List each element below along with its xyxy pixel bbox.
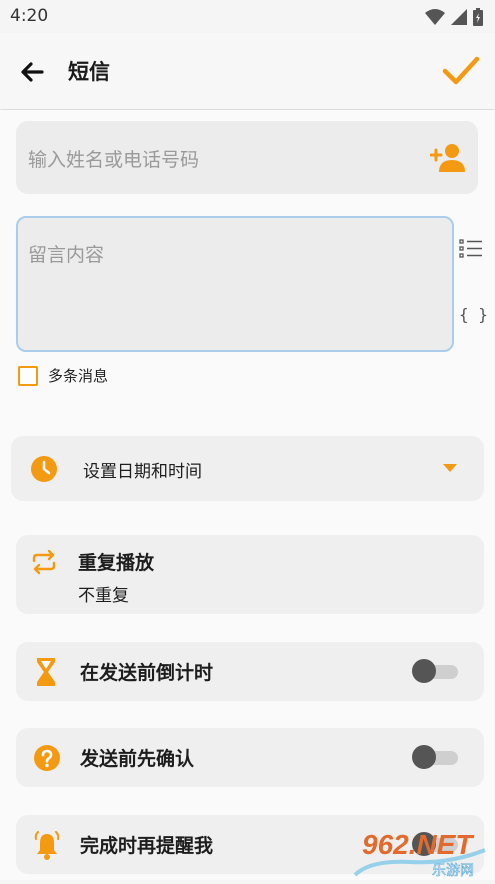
confirm-before-send-card: 发送前先确认: [16, 728, 484, 787]
watermark-logo: 962.NET 乐游网: [353, 829, 486, 879]
recipient-field[interactable]: 输入姓名或电话号码: [16, 121, 478, 194]
alarm-bell-icon: [34, 831, 60, 860]
multi-message-option[interactable]: 多条消息: [18, 365, 108, 386]
page-title: 短信: [68, 60, 110, 84]
variables-icon[interactable]: { }: [459, 305, 488, 324]
question-icon: [34, 745, 60, 771]
recipient-placeholder: 输入姓名或电话号码: [28, 149, 200, 171]
repeat-icon: [32, 549, 56, 575]
site-watermark: 962.NET 乐游网: [350, 820, 490, 880]
multi-message-checkbox[interactable]: [18, 365, 38, 386]
add-contact-icon[interactable]: [430, 140, 466, 176]
remind-label: 完成时再提醒我: [80, 835, 214, 857]
svg-text:962.NET: 962.NET: [362, 829, 475, 860]
svg-text:乐游网: 乐游网: [432, 863, 474, 879]
check-icon[interactable]: [441, 53, 481, 89]
hourglass-icon: [37, 658, 55, 686]
schedule-label: 设置日期和时间: [83, 462, 202, 482]
status-bar: 4:20: [0, 0, 495, 33]
repeat-subtitle: 不重复: [78, 586, 129, 606]
message-input[interactable]: 留言内容: [16, 216, 454, 352]
countdown-toggle[interactable]: [412, 659, 458, 683]
compose-form: 输入姓名或电话号码 留言内容 { } 多条消息 设置日期和时间 重复播放 不重复…: [0, 110, 495, 880]
app-bar: 短信: [0, 33, 495, 109]
dropdown-arrow-icon[interactable]: [443, 464, 457, 473]
confirm-before-send-label: 发送前先确认: [80, 748, 195, 770]
back-arrow-icon[interactable]: [18, 58, 46, 86]
countdown-label: 在发送前倒计时: [80, 662, 214, 684]
confirm-before-send-toggle[interactable]: [412, 745, 458, 769]
clock-icon: [31, 456, 57, 482]
signal-icon: [451, 9, 467, 25]
status-time: 4:20: [10, 6, 49, 26]
template-list-icon[interactable]: [459, 237, 483, 261]
schedule-card[interactable]: 设置日期和时间: [11, 436, 484, 501]
countdown-card: 在发送前倒计时: [16, 642, 484, 701]
message-placeholder: 留言内容: [28, 244, 105, 266]
status-icons: [425, 8, 483, 26]
repeat-title: 重复播放: [78, 552, 155, 574]
battery-icon: [473, 8, 483, 26]
repeat-card[interactable]: 重复播放 不重复: [16, 535, 484, 614]
wifi-icon: [425, 9, 445, 25]
multi-message-label: 多条消息: [48, 367, 109, 385]
